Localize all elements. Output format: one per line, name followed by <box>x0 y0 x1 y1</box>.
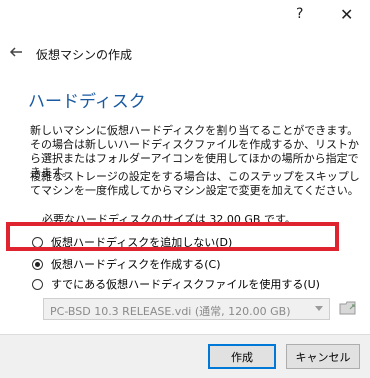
radio-label: 仮想ハードディスクを作成する(C) <box>51 258 221 271</box>
existing-disk-value: PC-BSD 10.3 RELEASE.vdi (通常, 120.00 GB) <box>50 305 291 318</box>
back-arrow-icon[interactable] <box>8 44 24 60</box>
section-title: ハードディスク <box>28 92 146 112</box>
close-button[interactable]: ✕ <box>340 5 353 24</box>
highlight-box <box>6 222 339 251</box>
dialog-footer: 作成 キャンセル <box>0 334 370 378</box>
radio-label: すでにある仮想ハードディスクファイルを使用する(U) <box>51 278 320 291</box>
chevron-down-icon <box>315 306 323 311</box>
existing-disk-select[interactable]: PC-BSD 10.3 RELEASE.vdi (通常, 120.00 GB) <box>43 298 330 320</box>
title-bar: ? ✕ <box>0 0 370 34</box>
radio-use-existing-disk[interactable]: すでにある仮想ハードディスクファイルを使用する(U) <box>32 275 320 293</box>
radio-create-disk[interactable]: 仮想ハードディスクを作成する(C) <box>32 255 221 273</box>
radio-indicator[interactable] <box>32 258 43 270</box>
folder-icon[interactable] <box>339 300 357 316</box>
description-paragraph-2: 複雑なストレージの設定をする場合は、このステップをスキップしてマシンを一度作成し… <box>30 170 360 197</box>
dialog-header: 仮想マシンの作成 <box>0 36 370 68</box>
dialog-title: 仮想マシンの作成 <box>36 48 133 62</box>
help-button[interactable]: ? <box>296 6 303 22</box>
cancel-button[interactable]: キャンセル <box>286 344 360 369</box>
create-button[interactable]: 作成 <box>208 344 276 369</box>
radio-indicator[interactable] <box>32 278 43 290</box>
